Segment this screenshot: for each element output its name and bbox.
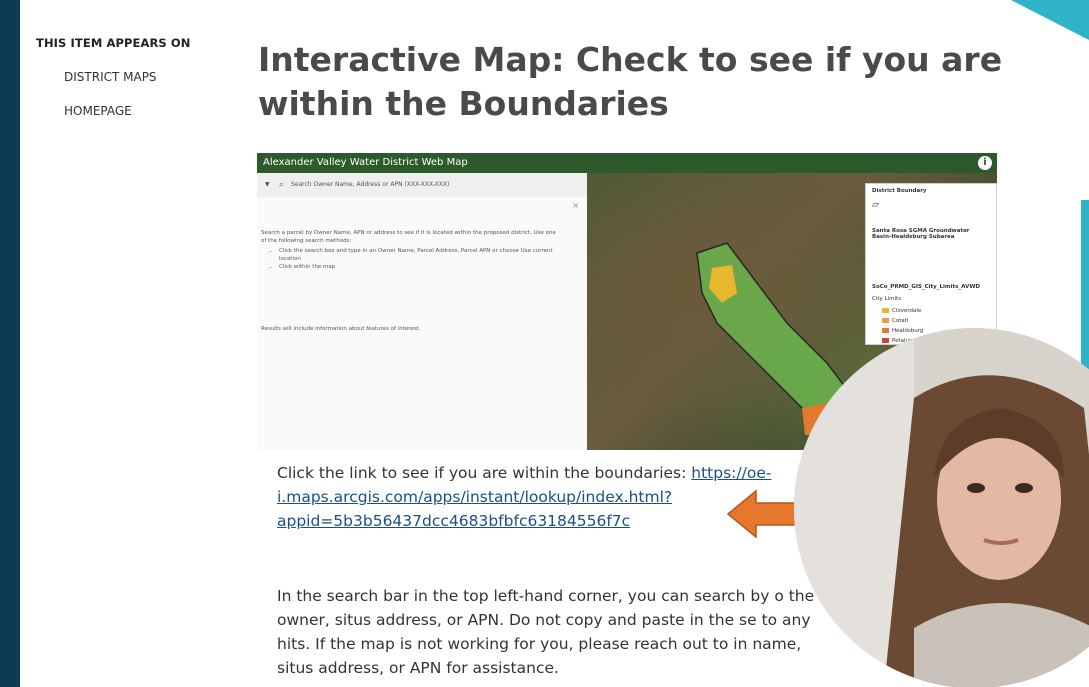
page-frame: THIS ITEM APPEARS ON DISTRICT MAPS HOMEP… <box>20 0 1089 687</box>
legend-city-item: Cloverdale <box>882 308 921 314</box>
legend-city-item: Healdsburg <box>882 328 923 334</box>
map-header: Alexander Valley Water District Web Map … <box>257 153 997 173</box>
legend-city-limits: City Limits <box>872 296 902 302</box>
map-method-1: Click the search box and type in an Owne… <box>279 247 561 263</box>
chevron-down-icon[interactable]: ▼ <box>265 173 270 197</box>
map-search-input[interactable]: Search Owner Name, Address or APN (XXX-X… <box>291 173 449 197</box>
legend-city-layer: SoCo_PRMD_GIS_City_Limits_AVWD <box>872 284 980 290</box>
map-intro-text: Search a parcel by Owner Name, APN or ad… <box>261 229 561 271</box>
link-paragraph: Click the link to see if you are within … <box>277 461 797 533</box>
map-method-2: Click within the map <box>279 263 561 271</box>
map-header-title: Alexander Valley Water District Web Map <box>263 157 468 168</box>
close-icon[interactable]: × <box>572 201 579 210</box>
sidebar-link-district-maps[interactable]: DISTRICT MAPS <box>64 70 157 84</box>
link-intro-text: Click the link to see if you are within … <box>277 464 692 482</box>
boundary-icon: ▱ <box>872 200 879 210</box>
map-legend: District Boundary ▱ Santa Rosa SGMA Grou… <box>865 183 997 345</box>
decorative-corner <box>1011 0 1089 40</box>
legend-district-boundary: District Boundary <box>872 188 927 194</box>
info-icon[interactable]: i <box>978 156 992 170</box>
map-intro: Search a parcel by Owner Name, APN or ad… <box>261 230 556 244</box>
sidebar-heading: THIS ITEM APPEARS ON <box>36 36 191 50</box>
legend-city-item: Cotati <box>882 318 908 324</box>
map-results-note: Results will include information about f… <box>261 326 421 332</box>
legend-basin: Santa Rosa SGMA Groundwater Basin-Healds… <box>872 228 970 240</box>
instructions-paragraph: In the search bar in the top left-hand c… <box>277 587 815 677</box>
page-title: Interactive Map: Check to see if you are… <box>258 40 1003 123</box>
search-icon: ⌕ <box>279 180 284 189</box>
map-search-bar[interactable]: ▼ ⌕ Search Owner Name, Address or APN (X… <box>257 173 587 197</box>
sidebar-link-homepage[interactable]: HOMEPAGE <box>64 104 132 118</box>
map-search-panel: ▼ ⌕ Search Owner Name, Address or APN (X… <box>257 173 587 450</box>
